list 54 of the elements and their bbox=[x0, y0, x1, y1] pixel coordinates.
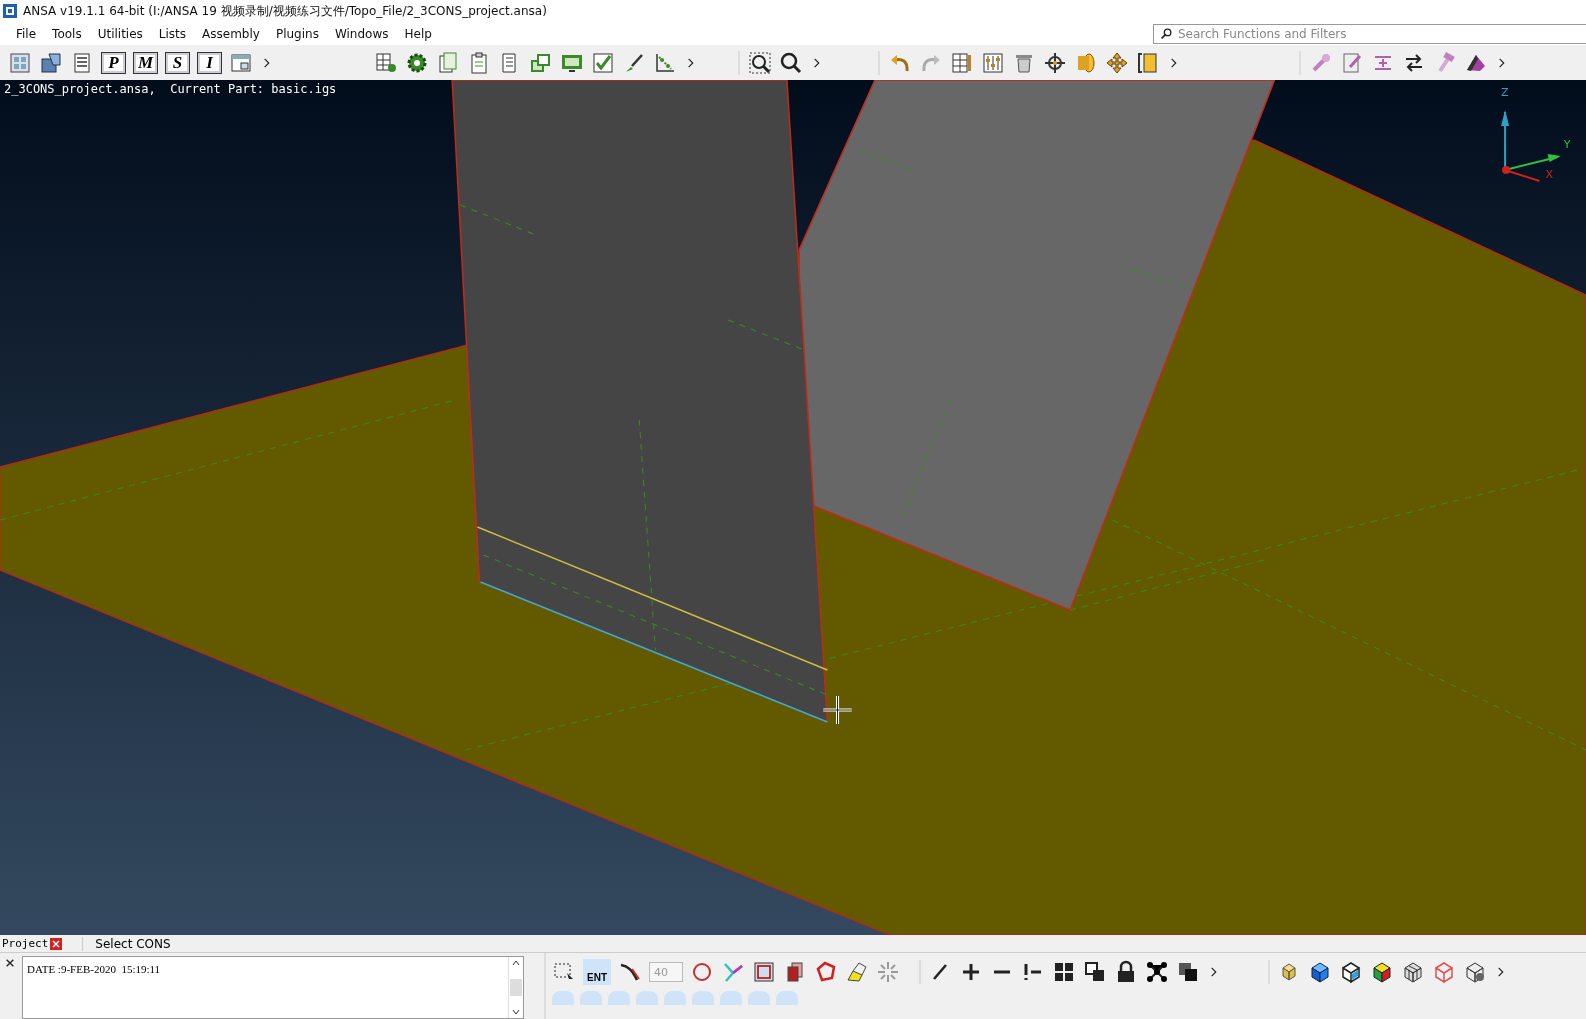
stacked-squares-icon[interactable] bbox=[1176, 960, 1200, 984]
cube-gear-icon[interactable] bbox=[1463, 960, 1487, 984]
crosshair-icon[interactable] bbox=[1043, 50, 1067, 75]
axis-triad-drawing bbox=[1501, 110, 1561, 182]
viewport-info-text: 2_3CONS_project.ansa, Current Part: basic.igs bbox=[4, 82, 337, 96]
letter-button[interactable]: M bbox=[133, 51, 158, 74]
app-icon bbox=[3, 4, 17, 18]
eraser-icon[interactable] bbox=[845, 960, 869, 984]
menu-item[interactable]: Help bbox=[396, 26, 440, 41]
overlap-icon[interactable] bbox=[1083, 960, 1107, 984]
menu-item[interactable]: Plugins bbox=[267, 26, 327, 41]
window-title: ANSA v19.1.1 64-bit (I:/ANSA 19 视频录制/视频练习文件/Topo_File/2_3CONS_project.ansa) bbox=[23, 2, 547, 20]
checkbox-icon[interactable] bbox=[591, 50, 615, 75]
frame-icon[interactable] bbox=[752, 960, 776, 984]
letter-button[interactable]: I bbox=[197, 51, 222, 74]
four-squares-icon[interactable] bbox=[1052, 960, 1076, 984]
axis-label: Z bbox=[1501, 86, 1509, 99]
close-icon[interactable] bbox=[5, 958, 15, 968]
menu-item[interactable]: Utilities bbox=[89, 26, 151, 41]
search-icon[interactable] bbox=[779, 50, 803, 75]
polygon-icon[interactable] bbox=[814, 960, 838, 984]
crosshair-cursor-icon bbox=[821, 694, 854, 726]
scroll-thumb[interactable] bbox=[510, 979, 522, 996]
menu-item[interactable]: Lists bbox=[150, 26, 195, 41]
project-tab[interactable]: Project bbox=[0, 937, 49, 950]
prompt-text: Select CONS bbox=[82, 936, 171, 951]
wireframe-cube-icon[interactable] bbox=[1432, 960, 1456, 984]
puzzle-icon[interactable] bbox=[39, 50, 63, 75]
cube-icon[interactable] bbox=[1370, 960, 1394, 984]
letter-button[interactable]: S bbox=[165, 51, 190, 74]
entity-select-button[interactable]: ENT bbox=[583, 959, 611, 985]
circle-icon[interactable] bbox=[690, 960, 714, 984]
cube-icon[interactable] bbox=[1339, 960, 1363, 984]
table-icon[interactable] bbox=[950, 50, 974, 75]
move-icon[interactable] bbox=[1105, 50, 1129, 75]
grid-icon[interactable] bbox=[8, 50, 32, 75]
log-line: DATE :9-FEB-2020 15:19:11 bbox=[27, 963, 162, 975]
menu-item[interactable]: File bbox=[8, 26, 45, 41]
note-pen-icon[interactable] bbox=[1340, 50, 1364, 75]
mesh-cube-icon[interactable] bbox=[1401, 960, 1425, 984]
zoom-box-icon[interactable] bbox=[748, 50, 772, 75]
menu-item[interactable]: Windows bbox=[326, 26, 397, 41]
nodes-icon[interactable] bbox=[1145, 960, 1169, 984]
menu-item[interactable]: Assembly bbox=[194, 26, 268, 41]
search-field[interactable]: Search Functions and Filters bbox=[1153, 23, 1586, 44]
axis-label: X bbox=[1545, 168, 1554, 181]
sliders-icon[interactable] bbox=[981, 50, 1005, 75]
letter-button[interactable]: P bbox=[101, 51, 126, 74]
cube-icon[interactable] bbox=[1308, 960, 1332, 984]
documents-icon[interactable] bbox=[436, 50, 460, 75]
axis-label: Y bbox=[1563, 138, 1571, 151]
menu-item[interactable]: Tools bbox=[44, 26, 90, 41]
table-gear-icon[interactable] bbox=[374, 50, 398, 75]
ruler-icon[interactable] bbox=[1136, 50, 1160, 75]
